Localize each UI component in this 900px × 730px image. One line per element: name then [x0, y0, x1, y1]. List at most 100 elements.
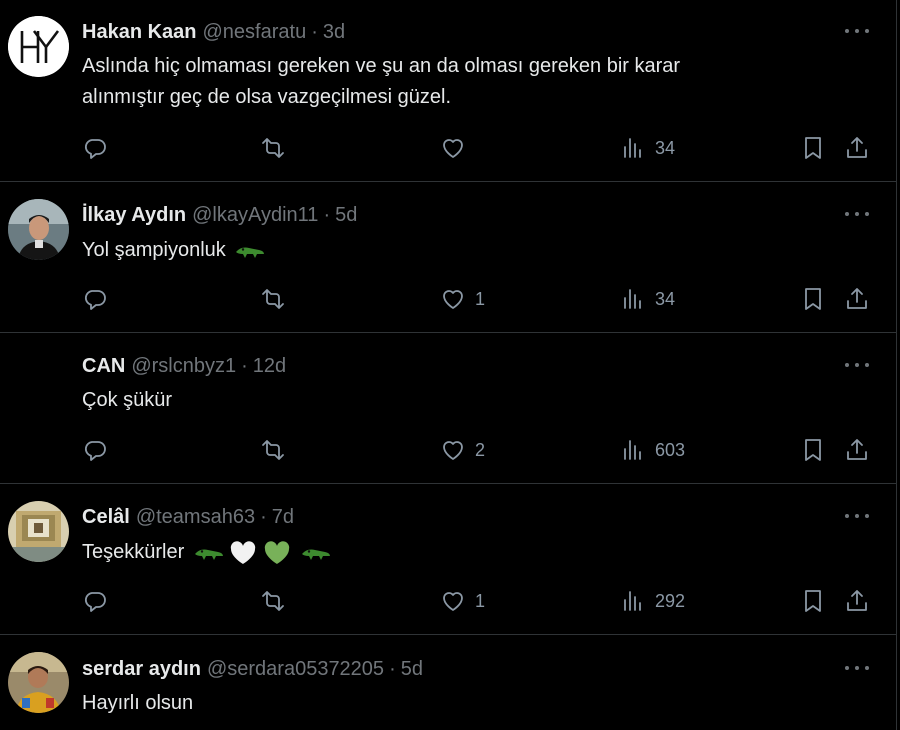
share-icon [847, 137, 867, 158]
share-button[interactable] [844, 586, 870, 616]
bookmark-icon [805, 439, 821, 461]
retweet-icon [262, 591, 284, 611]
display-name[interactable]: serdar aydın [82, 658, 201, 681]
avatar[interactable] [8, 501, 69, 562]
tweet-hakan-kaan[interactable]: Hakan Kaan @nesfaratu · 3d Aslında hiç o… [0, 0, 897, 182]
bookmark-icon [805, 590, 821, 612]
bookmark-button[interactable] [800, 133, 826, 163]
more-options-icon[interactable] [845, 24, 869, 38]
user-handle[interactable]: @serdara05372205 [207, 658, 384, 681]
bookmark-icon [805, 137, 821, 159]
more-options-icon[interactable] [845, 207, 869, 221]
timestamp[interactable]: 3d [323, 21, 345, 44]
tweet-header: İlkay Aydın @lkayAydin11 · 5d [82, 203, 357, 227]
heart-icon [443, 290, 463, 309]
timestamp[interactable]: 7d [272, 506, 294, 529]
separator-dot: · [260, 505, 267, 528]
more-options-icon[interactable] [845, 358, 869, 372]
like-button[interactable]: 1 [440, 586, 485, 616]
separator-dot: · [323, 203, 331, 226]
user-handle[interactable]: @rslcnbyz1 [131, 355, 236, 378]
timestamp[interactable]: 5d [335, 204, 357, 227]
user-handle[interactable]: @teamsah63 [136, 506, 255, 529]
tweet-actions: 2 603 [82, 435, 872, 465]
views-button[interactable]: 34 [620, 284, 675, 314]
timestamp[interactable]: 5d [401, 658, 423, 681]
heart-icon [443, 592, 463, 611]
tweet-text: Çok şükür [82, 385, 842, 416]
separator-dot: · [311, 20, 318, 43]
retweet-button[interactable] [260, 284, 286, 314]
tweet-text-line: Aslında hiç olmaması gereken ve şu an da… [82, 55, 681, 77]
separator-dot: · [241, 354, 248, 377]
like-count: 2 [475, 439, 486, 460]
view-count: 603 [655, 439, 686, 460]
user-handle[interactable]: @nesfaratu [203, 21, 307, 44]
share-icon [847, 439, 867, 460]
avatar[interactable] [8, 652, 69, 713]
bookmark-button[interactable] [800, 586, 826, 616]
heart-icon [443, 139, 463, 158]
bookmark-button[interactable] [800, 284, 826, 314]
reply-button[interactable] [82, 284, 108, 314]
retweet-icon [262, 289, 284, 309]
tweet-header: Hakan Kaan @nesfaratu · 3d [82, 20, 345, 44]
tweet-text-line: Yol şampiyonluk [82, 239, 226, 261]
share-button[interactable] [844, 133, 870, 163]
share-icon [847, 590, 867, 611]
like-count: 1 [475, 288, 486, 309]
retweet-button[interactable] [260, 133, 286, 163]
tweet-text: Teşekkürler [82, 537, 842, 568]
like-count: 1 [475, 590, 486, 611]
display-name[interactable]: Hakan Kaan [82, 21, 197, 44]
retweet-button[interactable] [260, 435, 286, 465]
reply-icon [84, 290, 106, 310]
views-button[interactable]: 292 [620, 586, 685, 616]
views-button[interactable]: 603 [620, 435, 685, 465]
bookmark-icon [805, 288, 821, 310]
tweet-header: serdar aydın @serdara05372205 · 5d [82, 657, 423, 681]
avatar[interactable] [8, 199, 69, 260]
more-options-icon[interactable] [845, 661, 869, 675]
analytics-icon [624, 289, 641, 309]
share-button[interactable] [844, 284, 870, 314]
reply-button[interactable] [82, 586, 108, 616]
bookmark-button[interactable] [800, 435, 826, 465]
reply-icon [84, 441, 106, 461]
views-button[interactable]: 34 [620, 133, 675, 163]
retweet-button[interactable] [260, 586, 286, 616]
like-button[interactable] [440, 133, 475, 163]
tweet-header: Celâl @teamsah63 · 7d [82, 505, 294, 529]
tweet-text: Aslında hiç olmaması gereken ve şu an da… [82, 51, 842, 113]
reply-icon [84, 139, 106, 159]
separator-dot: · [389, 657, 396, 680]
tweet-text-line: alınmıştır geç de olsa vazgeçilmesi güze… [82, 86, 452, 108]
reply-button[interactable] [82, 133, 108, 163]
tweet-can[interactable]: CAN @rslcnbyz1 · 12d Çok şükür 2 603 [0, 333, 897, 484]
reply-button[interactable] [82, 435, 108, 465]
crocodile-emoji-icon [236, 247, 265, 258]
like-button[interactable]: 2 [440, 435, 485, 465]
reply-icon [84, 592, 106, 612]
crocodile-emoji-icon [301, 549, 330, 560]
like-button[interactable]: 1 [440, 284, 485, 314]
analytics-icon [624, 591, 641, 611]
tweet-actions: 34 [82, 133, 872, 163]
display-name[interactable]: İlkay Aydın [82, 204, 186, 227]
analytics-icon [624, 138, 641, 158]
tweet-ilkay-aydin[interactable]: İlkay Aydın @lkayAydin11 · 5d Yol şampiy… [0, 182, 897, 333]
more-options-icon[interactable] [845, 509, 869, 523]
avatar[interactable] [8, 16, 69, 77]
tweet-actions: 1 34 [82, 284, 872, 314]
share-button[interactable] [844, 435, 870, 465]
tweet-serdar-aydin[interactable]: serdar aydın @serdara05372205 · 5d Hayır… [0, 635, 897, 730]
view-count: 34 [655, 137, 676, 158]
display-name[interactable]: Celâl [82, 506, 130, 529]
tweet-celal[interactable]: Celâl @teamsah63 · 7d Teşekkürler 1 292 [0, 484, 897, 635]
retweet-icon [262, 138, 284, 158]
display-name[interactable]: CAN [82, 355, 125, 378]
timestamp[interactable]: 12d [253, 355, 286, 378]
tweet-actions: 1 292 [82, 586, 872, 616]
user-handle[interactable]: @lkayAydin11 [192, 204, 318, 227]
crocodile-emoji-icon [194, 549, 223, 560]
